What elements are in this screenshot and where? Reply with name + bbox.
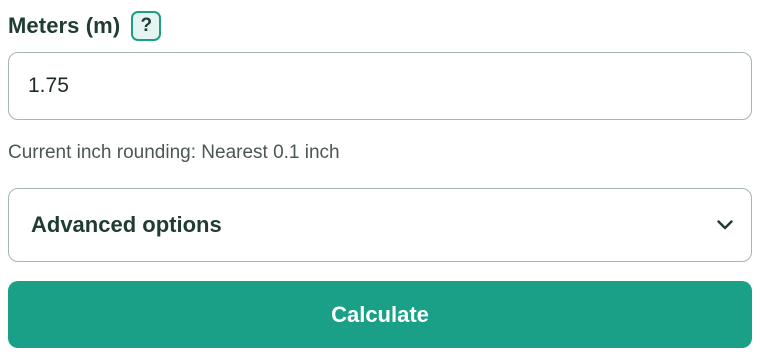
- advanced-options-title: Advanced options: [31, 212, 222, 237]
- calculate-button[interactable]: Calculate: [8, 281, 752, 348]
- chevron-down-icon: [715, 218, 735, 232]
- help-button[interactable]: ?: [131, 11, 162, 41]
- meters-field-header: Meters (m) ?: [8, 9, 162, 43]
- inch-rounding-note: Current inch rounding: Nearest 0.1 inch: [8, 142, 340, 163]
- advanced-options-toggle[interactable]: Advanced options: [8, 188, 752, 262]
- meters-field-label: Meters (m): [8, 13, 121, 38]
- meters-input[interactable]: [8, 52, 752, 120]
